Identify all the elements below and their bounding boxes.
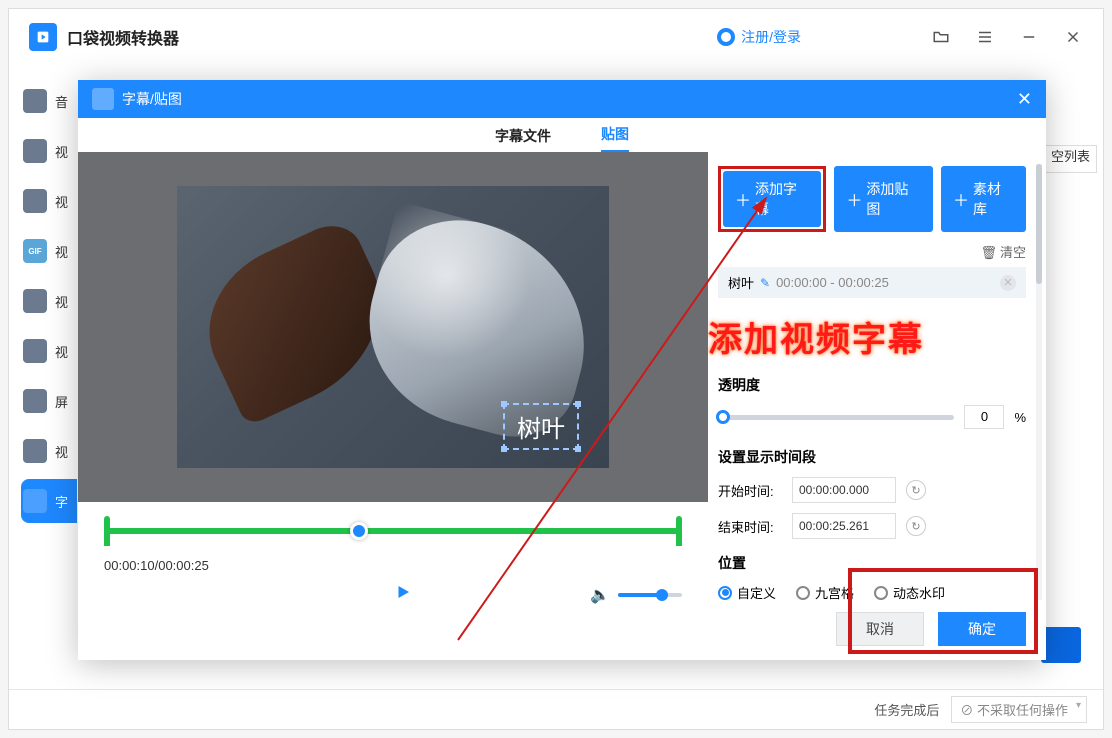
modal-title-text: 字幕/贴图 [122,89,182,109]
opacity-unit: % [1014,410,1026,425]
position-grid-radio[interactable]: 九宫格 [796,583,854,602]
sidebar: 音 视 视 GIF视 视 视 屏 视 字 [9,79,77,729]
time-range-label: 设置显示时间段 [718,447,1026,467]
modal-close-button[interactable]: ✕ [1017,89,1032,110]
bottom-bar: 任务完成后 ⊘ 不采取任何操作 [9,689,1103,729]
plus-icon: ＋ [846,187,862,211]
minimize-button[interactable] [1019,27,1039,47]
clear-list-button[interactable]: 空列表 [1044,145,1097,173]
plus-icon: ＋ [735,187,751,211]
end-time-picker-icon[interactable]: ↻ [906,516,926,536]
user-icon [717,28,735,46]
sidebar-item-video4[interactable]: 视 [21,279,77,323]
login-label: 注册/登录 [741,27,801,47]
preview-image[interactable]: 树叶 [177,186,609,468]
clear-subtitles-button[interactable]: 🗑清空 [718,242,1026,261]
modal-tabs: 字幕文件 贴图 [78,118,1046,152]
menu-button[interactable] [975,27,995,47]
subtitle-text: 树叶 [517,416,565,443]
highlight-add-subtitle: ＋添加字幕 [718,166,826,232]
position-dynamic-radio[interactable]: 动态水印 [874,583,945,602]
app-title: 口袋视频转换器 [67,25,179,49]
preview-column: 树叶 00:00:10/00:00:25 🔈 [78,152,708,660]
task-after-label: 任务完成后 [874,700,939,719]
sidebar-item-screen[interactable]: 屏 [21,379,77,423]
time-display: 00:00:10/00:00:25 [78,554,708,573]
start-time-label: 开始时间: [718,481,782,500]
settings-column: ＋添加字幕 ＋添加贴图 ＋素材库 🗑清空 树叶 ✎ 00:00:00 - 00:… [708,152,1046,660]
sidebar-item-video2[interactable]: 视 [21,179,77,223]
subtitle-item-name: 树叶 [728,273,754,292]
opacity-label: 透明度 [718,375,1026,395]
login-link[interactable]: 注册/登录 [717,27,801,47]
volume-icon: 🔈 [590,585,610,605]
main-header: 口袋视频转换器 注册/登录 [9,9,1103,65]
start-time-input[interactable] [792,477,896,503]
start-time-picker-icon[interactable]: ↻ [906,480,926,500]
subtitle-modal: 字幕/贴图 ✕ 字幕文件 贴图 树叶 [78,80,1046,660]
trim-handle-right[interactable] [676,516,682,546]
material-library-button[interactable]: ＋素材库 [941,166,1026,232]
cancel-button[interactable]: 取消 [836,612,924,646]
preview-stage: 树叶 [78,152,708,502]
add-sticker-button[interactable]: ＋添加贴图 [834,166,933,232]
add-subtitle-button[interactable]: ＋添加字幕 [723,171,821,227]
trim-bar[interactable] [78,502,708,554]
sidebar-item-video7[interactable]: 视 [21,429,77,473]
edit-icon[interactable]: ✎ [760,276,770,290]
sidebar-item-gif[interactable]: GIF视 [21,229,77,273]
subtitle-list-item[interactable]: 树叶 ✎ 00:00:00 - 00:00:25 ✕ [718,267,1026,298]
sidebar-item-video5[interactable]: 视 [21,329,77,373]
folder-button[interactable] [931,27,951,47]
subtitle-overlay[interactable]: 树叶 [503,403,579,450]
opacity-slider[interactable] [718,415,954,420]
post-task-select[interactable]: ⊘ 不采取任何操作 [951,696,1087,723]
window-controls [931,27,1083,47]
volume-control[interactable]: 🔈 [590,585,682,605]
modal-footer: 取消 确定 [836,612,1026,646]
sidebar-item-subtitle[interactable]: 字 [21,479,77,523]
trim-handle-left[interactable] [104,516,110,546]
main-action-button[interactable] [1041,627,1081,663]
position-custom-radio[interactable]: 自定义 [718,583,776,602]
playhead-knob[interactable] [350,522,368,540]
sidebar-item-video1[interactable]: 视 [21,129,77,173]
opacity-value[interactable]: 0 [964,405,1004,429]
sidebar-item-audio[interactable]: 音 [21,79,77,123]
end-time-input[interactable] [792,513,896,539]
app-logo-icon [29,23,57,51]
play-button[interactable] [394,583,412,606]
end-time-label: 结束时间: [718,517,782,536]
close-button[interactable] [1063,27,1083,47]
settings-scrollbar[interactable] [1036,164,1042,600]
ok-button[interactable]: 确定 [938,612,1026,646]
annotation-text: 添加视频字幕 [708,312,1026,361]
tab-sticker[interactable]: 贴图 [601,124,629,152]
tab-subtitle-file[interactable]: 字幕文件 [495,126,551,152]
modal-logo-icon [92,88,114,110]
delete-subtitle-icon[interactable]: ✕ [1000,275,1016,291]
position-label: 位置 [718,553,1026,573]
modal-titlebar: 字幕/贴图 ✕ [78,80,1046,118]
plus-icon: ＋ [953,187,969,211]
